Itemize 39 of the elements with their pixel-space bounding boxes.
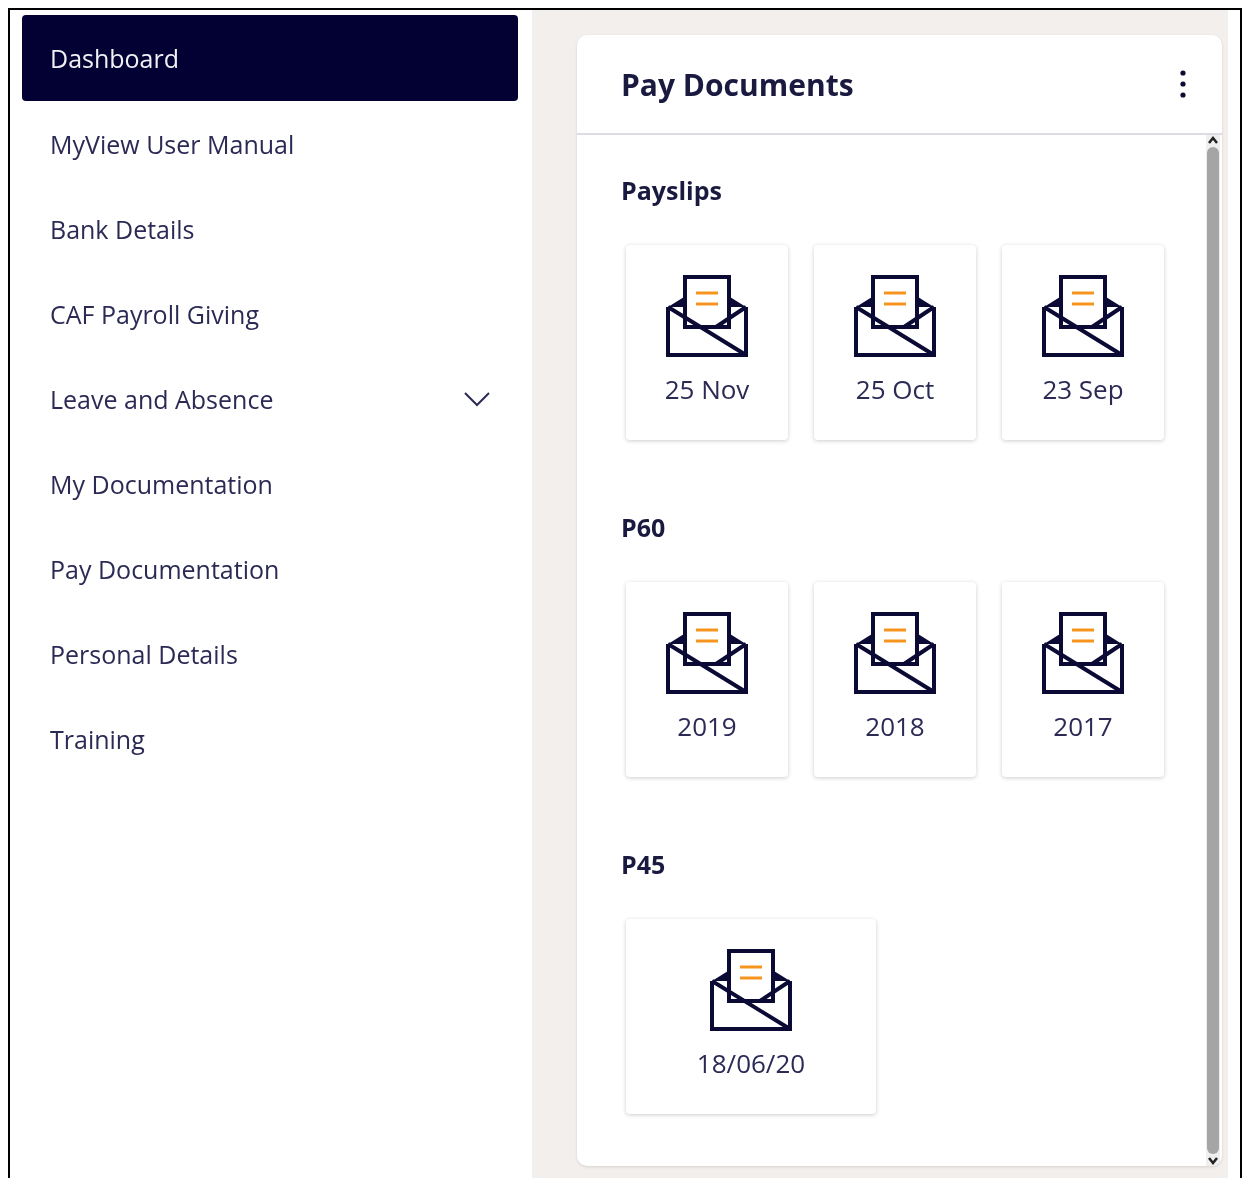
- document-label: 23 Sep: [1042, 371, 1124, 407]
- section-title: Payslips: [621, 173, 723, 207]
- nav-item[interactable]: MyView User Manual: [22, 101, 518, 186]
- nav-item[interactable]: Training: [22, 696, 518, 781]
- document-tile[interactable]: 18/06/20: [626, 919, 876, 1114]
- document-label: 2018: [865, 708, 925, 744]
- envelope-icon: [854, 612, 936, 694]
- document-tile[interactable]: 2019: [626, 582, 788, 777]
- envelope-icon: [1042, 612, 1124, 694]
- document-label: 2019: [677, 708, 737, 744]
- scroll-down-icon[interactable]: [1207, 1156, 1219, 1166]
- envelope-icon: [854, 275, 936, 357]
- nav-item[interactable]: Pay Documentation: [22, 526, 518, 611]
- scrollbar[interactable]: [1206, 135, 1220, 1166]
- nav-item[interactable]: Dashboard: [22, 15, 518, 101]
- scroll-up-icon[interactable]: [1207, 135, 1219, 145]
- document-label: 25 Nov: [664, 371, 750, 407]
- chevron-icon[interactable]: [464, 390, 490, 407]
- document-tile[interactable]: 25 Nov: [626, 245, 788, 440]
- envelope-icon: [710, 949, 792, 1031]
- nav-item[interactable]: Personal Details: [22, 611, 518, 696]
- document-tile[interactable]: 23 Sep: [1002, 245, 1164, 440]
- card-title: Pay Documents: [621, 63, 854, 105]
- envelope-icon: [666, 275, 748, 357]
- nav-item[interactable]: CAF Payroll Giving: [22, 271, 518, 356]
- document-label: 2017: [1053, 708, 1113, 744]
- document-label: 18/06/20: [696, 1045, 806, 1081]
- envelope-icon: [1042, 275, 1124, 357]
- nav-item[interactable]: My Documentation: [22, 441, 518, 526]
- document-tile[interactable]: 2017: [1002, 582, 1164, 777]
- document-tile[interactable]: 25 Oct: [814, 245, 976, 440]
- nav-item[interactable]: Leave and Absence: [22, 356, 518, 441]
- document-tile[interactable]: 2018: [814, 582, 976, 777]
- section-title: P60: [621, 510, 667, 544]
- nav-item[interactable]: Bank Details: [22, 186, 518, 271]
- envelope-icon: [666, 612, 748, 694]
- document-label: 25 Oct: [855, 371, 935, 407]
- more-vertical-icon[interactable]: [1180, 70, 1186, 98]
- section-title: P45: [621, 847, 667, 881]
